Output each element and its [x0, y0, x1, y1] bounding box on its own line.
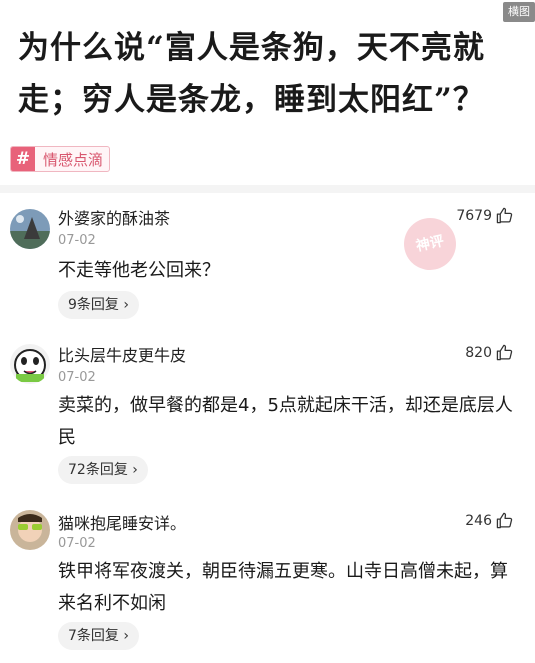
landscape-avatar-icon	[10, 209, 50, 249]
chevron-right-icon: ›	[132, 462, 138, 478]
comment-username[interactable]: 比头层牛皮更牛皮	[58, 342, 186, 366]
chevron-right-icon: ›	[123, 297, 129, 313]
hash-icon: #	[11, 147, 35, 171]
topic-label: 情感点滴	[43, 150, 104, 169]
like-count: 246	[465, 512, 492, 529]
thumbs-up-icon	[496, 512, 513, 529]
like-button[interactable]: 7679	[456, 207, 513, 224]
person-avatar-icon	[10, 510, 50, 550]
cartoon-face-avatar-icon	[10, 344, 50, 384]
avatar[interactable]	[10, 344, 50, 384]
replies-label: 72条回复	[68, 462, 128, 478]
comment-text: 卖菜的，做早餐的都是4，5点就起床干活，却还是底层人民	[58, 395, 513, 448]
like-button[interactable]: 820	[465, 344, 513, 361]
comment-username[interactable]: 外婆家的酥油茶	[58, 205, 170, 229]
avatar[interactable]	[10, 209, 50, 249]
thumbs-up-icon	[496, 344, 513, 361]
comment-date: 07-02	[58, 536, 96, 551]
comment-date: 07-02	[58, 370, 96, 385]
page-title: 为什么说“富人是条狗，天不亮就走；穷人是条龙，睡到太阳红”？	[18, 30, 485, 118]
replies-label: 9条回复	[68, 297, 119, 313]
replies-button[interactable]: 9条回复 ›	[58, 291, 139, 319]
like-count: 820	[465, 344, 492, 361]
replies-button[interactable]: 72条回复 ›	[58, 456, 148, 484]
topic-tag[interactable]: # 情感点滴	[10, 146, 111, 172]
avatar[interactable]	[10, 510, 50, 550]
comment-text: 铁甲将军夜渡关，朝臣待漏五更寒。山寺日高僧未起，算来名利不如闲	[58, 561, 508, 614]
like-count: 7679	[456, 207, 492, 224]
comment-username[interactable]: 猫咪抱尾睡安详。	[58, 510, 186, 534]
like-button[interactable]: 246	[465, 512, 513, 529]
thumbs-up-icon	[496, 207, 513, 224]
replies-label: 7条回复	[68, 628, 119, 644]
corner-label: 横图	[503, 2, 535, 22]
comment-date: 07-02	[58, 233, 96, 248]
chevron-right-icon: ›	[123, 628, 129, 644]
section-divider	[0, 185, 535, 193]
comment-text: 不走等他老公回来？	[58, 260, 220, 281]
replies-button[interactable]: 7条回复 ›	[58, 622, 139, 650]
